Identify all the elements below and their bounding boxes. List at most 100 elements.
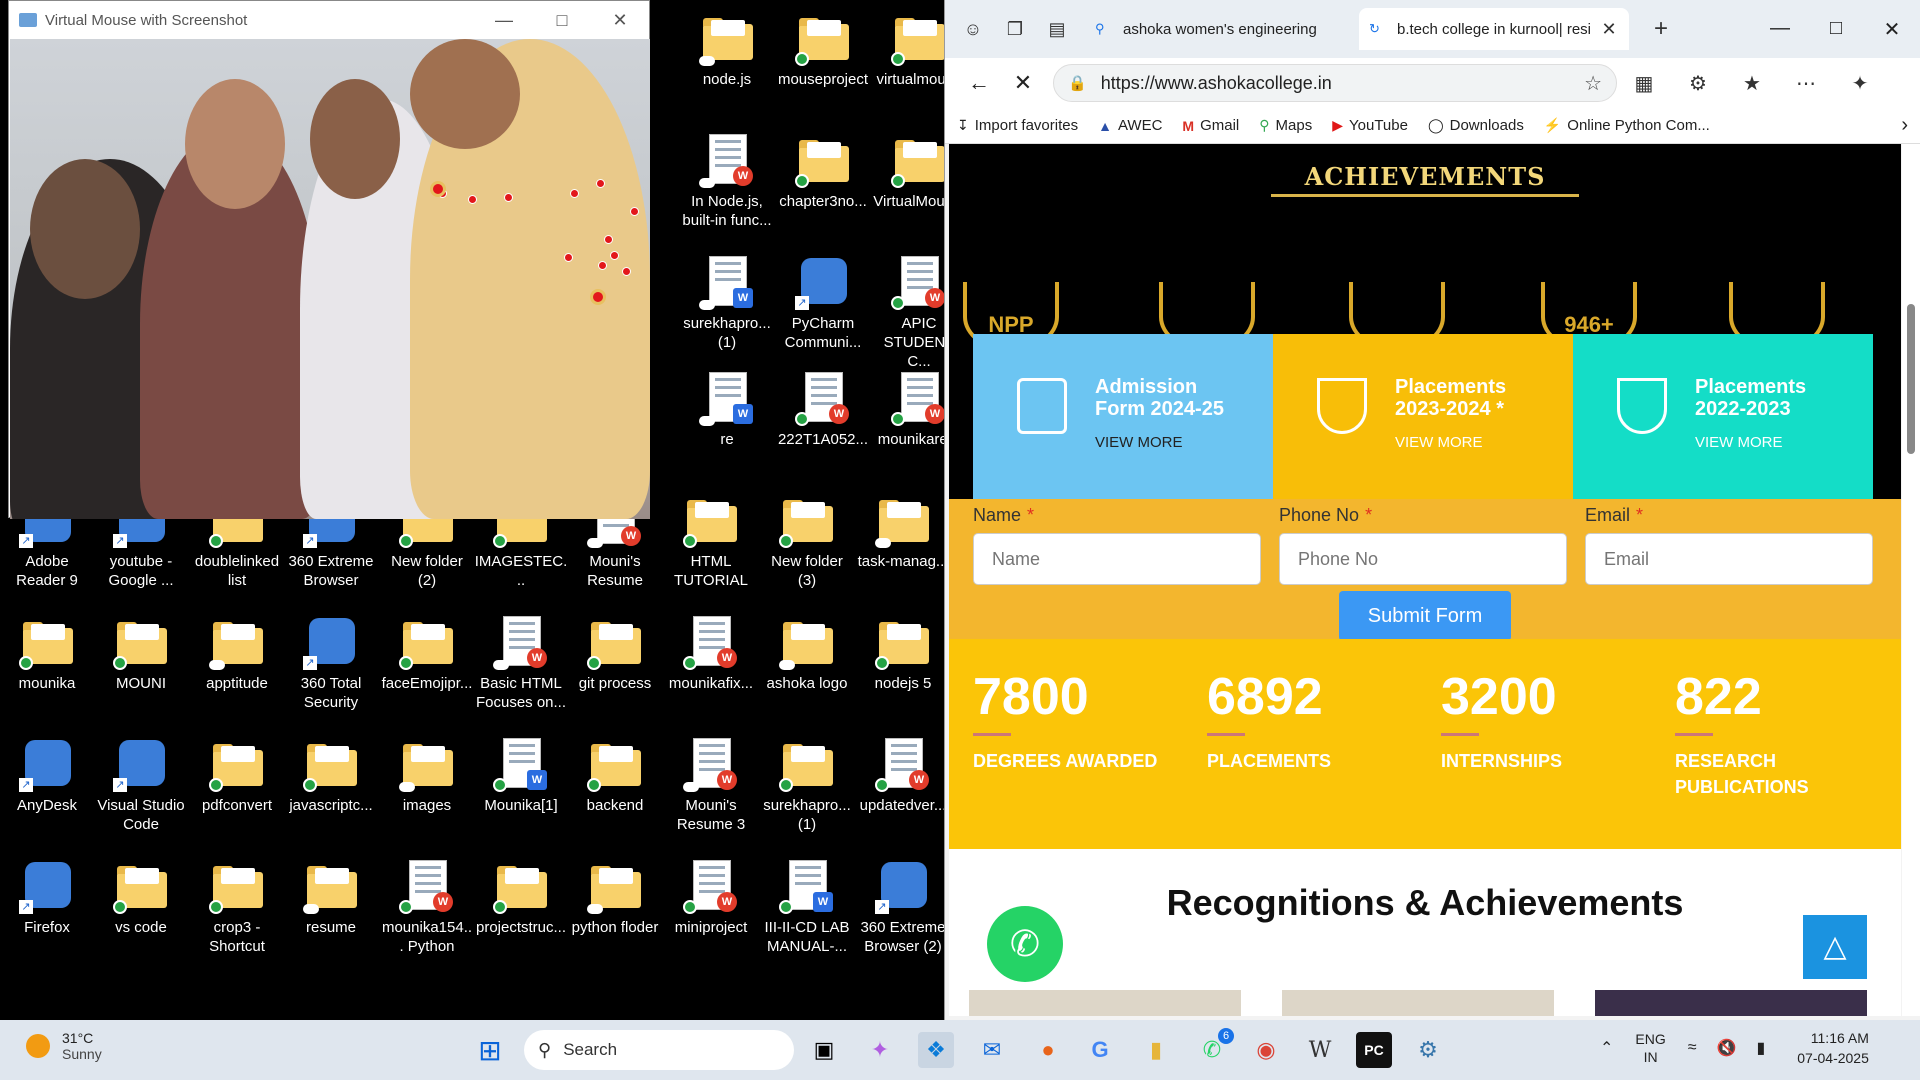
chevron-right-icon[interactable]: › [1901,114,1908,137]
minimize-button[interactable]: — [1752,17,1808,42]
scroll-to-top-button[interactable]: △ [1803,915,1867,979]
desktop-icon[interactable]: javascriptc... [284,736,378,815]
desktop-icon[interactable]: ↗ PyCharm Communi... [776,254,870,352]
desktop-icon[interactable]: Wmounikafix... [664,614,758,693]
desktop-icon[interactable]: ashoka logo [760,614,854,693]
desktop-icon[interactable]: ↗ 360 Extreme Browser (2) [856,858,950,956]
close-tab-icon[interactable]: ✕ [1599,19,1619,40]
tab-active[interactable]: ↻ b.tech college in kurnool| resi ✕ [1359,8,1629,50]
desktop-icon[interactable]: git process [568,614,662,693]
task-view-icon[interactable]: ▣ [806,1032,842,1068]
desktop-icon[interactable]: W 222T1A052... [776,370,870,449]
desktop-icon[interactable]: vs code [94,858,188,937]
desktop-icon[interactable]: task-manag... [856,492,950,571]
desktop-icon[interactable]: W Basic HTML Focuses on... [474,614,568,712]
close-button[interactable]: ✕ [591,10,649,31]
desktop-icon[interactable]: W Mounika[1] [474,736,568,815]
desktop-icon[interactable]: Wupdatedver... [856,736,950,815]
extensions-icon[interactable]: ⚙ [1671,71,1725,96]
desktop-icon[interactable]: ↗ Firefox [0,858,94,937]
view-more-link[interactable]: VIEW MORE [1695,434,1783,451]
desktop-icon[interactable]: backend [568,736,662,815]
scrollbar-thumb[interactable] [1907,304,1915,454]
tab-search[interactable]: ⚲ ashoka women's engineering [1085,8,1355,50]
volume-mute-icon[interactable]: 🔇 [1717,1038,1737,1058]
chrome-icon[interactable]: ◉ [1248,1032,1284,1068]
maximize-button[interactable]: □ [533,10,591,31]
achievement-image[interactable] [1595,990,1867,1016]
desktop-icon[interactable]: nodejs 5 [856,614,950,693]
placements-2022-card[interactable]: Placements 2022-2023 VIEW MORE [1573,334,1873,499]
desktop-icon[interactable]: W In Node.js, built-in func... [680,132,774,230]
firefox-icon[interactable]: ● [1030,1032,1066,1068]
favorite-star-icon[interactable]: ☆ [1584,71,1602,96]
favorites-icon[interactable]: ★ [1725,71,1779,96]
desktop-icon[interactable]: python floder [568,858,662,937]
submit-form-button[interactable]: Submit Form [1339,591,1511,641]
achievement-image[interactable] [969,990,1241,1016]
whatsapp-icon[interactable]: ✆ 6 [1194,1028,1234,1068]
camera-window-titlebar[interactable]: Virtual Mouse with Screenshot — □ ✕ [9,1,649,39]
browser-window[interactable]: ☺ ❐ ▤ ⚲ ashoka women's engineering ↻ b.t… [944,0,1920,1020]
start-button[interactable]: ⊞ [472,1032,508,1068]
desktop-icon[interactable]: faceEmojipr... [380,614,474,693]
workspaces-icon[interactable]: ❐ [997,11,1033,47]
desktop-icon[interactable]: New folder (3) [760,492,854,590]
new-tab-button[interactable]: + [1643,11,1679,47]
wifi-icon[interactable]: ≈ [1688,1039,1697,1057]
stop-button[interactable]: ✕ [1001,70,1045,96]
desktop-icon[interactable]: HTML TUTORIAL [664,492,758,590]
edge-icon[interactable]: ❖ [918,1032,954,1068]
desktop-icon[interactable]: ↗ Visual Studio Code [94,736,188,834]
minimize-button[interactable]: — [475,10,533,31]
desktop-icon[interactable]: projectstruc... [474,858,568,937]
weather-widget[interactable]: 31°C Sunny [26,1030,102,1062]
tab-actions-icon[interactable]: ▤ [1039,11,1075,47]
fav-awec[interactable]: ▲ AWEC [1098,117,1162,134]
url-input[interactable]: 🔒 https://www.ashokacollege.in ☆ [1053,64,1617,102]
desktop-icon[interactable]: resume [284,858,378,937]
view-more-link[interactable]: VIEW MORE [1395,434,1483,451]
fav-gmail[interactable]: M Gmail [1182,117,1239,134]
desktop-icon[interactable]: ↗ AnyDesk [0,736,94,815]
desktop-icon[interactable]: W III-II-CD LAB MANUAL-... [760,858,854,956]
desktop-icon[interactable]: crop3 - Shortcut [190,858,284,956]
admission-card[interactable]: Admission Form 2024-25 VIEW MORE [973,334,1273,499]
desktop-icon[interactable]: node.js [680,10,774,89]
clock[interactable]: 11:16 AM 07-04-2025 [1797,1028,1869,1068]
fav-downloads[interactable]: ◯ Downloads [1428,117,1524,134]
view-more-link[interactable]: VIEW MORE [1095,434,1183,451]
copilot-icon[interactable]: ✦ [1833,71,1887,96]
fav-youtube[interactable]: ▶ YouTube [1332,117,1408,134]
close-button[interactable]: ✕ [1864,17,1920,42]
outlook-icon[interactable]: ✉ [974,1032,1010,1068]
reader-icon[interactable]: ▦ [1617,71,1671,96]
desktop-icon[interactable]: pdfconvert [190,736,284,815]
desktop-icon[interactable]: mouseproject [776,10,870,89]
desktop-icon[interactable]: Wre [680,370,774,449]
desktop-icon[interactable]: images [380,736,474,815]
file-explorer-icon[interactable]: ▮ [1138,1032,1174,1068]
desktop-icon[interactable]: surekhapro... (1) [760,736,854,834]
fav-maps[interactable]: ⚲ Maps [1259,117,1312,134]
placements-2023-card[interactable]: Placements 2023-2024 * VIEW MORE [1273,334,1573,499]
desktop-icon[interactable]: MOUNI [94,614,188,693]
copilot-icon[interactable]: ✦ [862,1032,898,1068]
fav-import[interactable]: ↧ Import favorites [957,117,1078,134]
desktop-icon[interactable]: chapter3no... [776,132,870,211]
python-icon[interactable]: ⚙ [1410,1032,1446,1068]
desktop-icon[interactable]: Wminiproject [664,858,758,937]
language-indicator[interactable]: ENG IN [1635,1030,1665,1066]
more-menu-icon[interactable]: ⋯ [1779,71,1833,96]
taskbar-search[interactable]: ⚲ Search [524,1030,794,1070]
chevron-up-icon[interactable]: ⌃ [1600,1038,1613,1058]
profile-icon[interactable]: ☺ [955,11,991,47]
email-input[interactable] [1585,533,1873,585]
name-input[interactable] [973,533,1261,585]
desktop-icon[interactable]: Wsurekhapro... (1) [680,254,774,352]
fav-python[interactable]: ⚡ Online Python Com... [1544,117,1710,134]
phone-input[interactable] [1279,533,1567,585]
wikipedia-icon[interactable]: W [1302,1032,1338,1068]
desktop-icon[interactable]: Wmounika154... Python [380,858,474,956]
desktop-icon[interactable]: ↗ 360 Total Security [284,614,378,712]
